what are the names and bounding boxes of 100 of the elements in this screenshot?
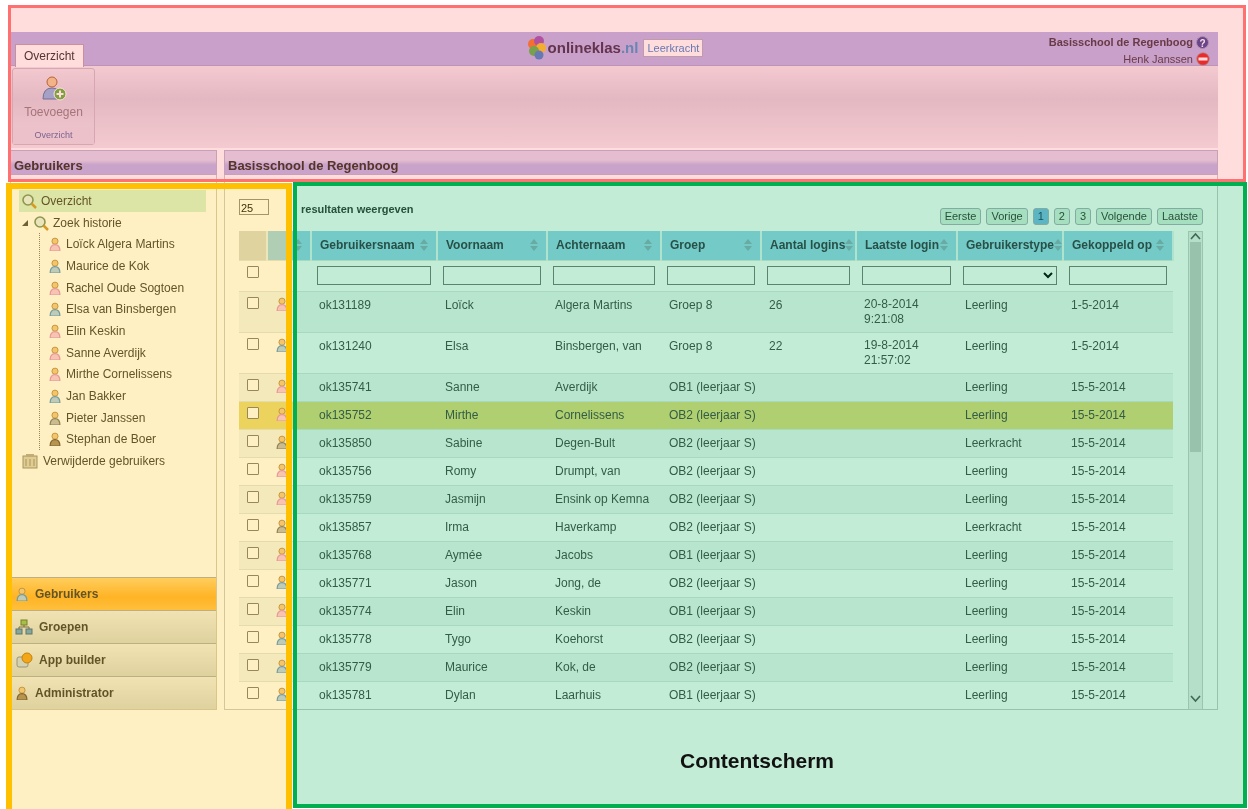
tree-item[interactable]: Maurice de Kok (46, 255, 206, 277)
table-cell: OB2 (leerjaar S) (669, 435, 756, 450)
sort-icon[interactable] (1054, 239, 1063, 252)
pager-button[interactable]: 3 (1074, 208, 1091, 225)
row-checkbox[interactable] (247, 378, 259, 391)
scroll-up-icon[interactable] (1190, 232, 1201, 240)
help-icon[interactable]: ? (1196, 35, 1209, 49)
row-checkbox[interactable] (247, 434, 259, 447)
hierarchy-icon (15, 619, 33, 635)
filter-field[interactable] (443, 265, 541, 285)
tree-item[interactable]: Verwijderde gebruikers (19, 450, 206, 472)
tree-item[interactable]: Overzicht (19, 190, 206, 212)
person-icon (275, 518, 289, 533)
tree-item[interactable]: Loïck Algera Martins (46, 233, 206, 256)
select-all-checkbox[interactable] (247, 265, 259, 278)
table-cell: Jacobs (555, 547, 594, 562)
tree-item[interactable]: Zoek historie (19, 211, 206, 234)
row-checkbox[interactable] (247, 462, 259, 475)
person-icon (15, 587, 29, 601)
filter-field[interactable] (667, 265, 755, 285)
table-cell: Elin (445, 603, 465, 618)
filter-field[interactable] (862, 265, 951, 285)
person-icon (275, 490, 289, 505)
pager-button[interactable]: Eerste (939, 208, 982, 225)
row-checkbox[interactable] (247, 658, 259, 671)
table-cell: 15-5-2014 (1071, 687, 1126, 702)
person-icon (275, 378, 289, 393)
row-checkbox[interactable] (247, 574, 259, 587)
row-checkbox[interactable] (247, 296, 259, 309)
pager-button[interactable]: Laatste (1156, 208, 1203, 225)
tree-item[interactable]: Jan Bakker (46, 385, 206, 407)
table-cell: ok135752 (319, 407, 372, 422)
tree-item[interactable]: Mirthe Cornelissens (46, 363, 206, 386)
tree-item[interactable]: Rachel Oude Sogtoen (46, 276, 206, 299)
table-cell: Cornelissens (555, 407, 625, 422)
table-cell: 15-5-2014 (1071, 463, 1126, 478)
table-cell: 1-5-2014 (1071, 297, 1120, 312)
row-checkbox[interactable] (247, 602, 259, 615)
filter-dropdown[interactable] (963, 265, 1057, 285)
overview-tab[interactable]: Overzicht (15, 44, 84, 67)
pager-button[interactable]: Vorige (986, 208, 1028, 225)
nav-button[interactable]: Gebruikers (11, 577, 216, 610)
filter-field[interactable] (1069, 265, 1167, 285)
table-cell: OB1 (leerjaar S) (669, 379, 756, 394)
person-icon (48, 410, 62, 425)
table-cell: ok135771 (319, 575, 372, 590)
row-checkbox[interactable] (247, 337, 259, 350)
table-cell: Haverkamp (555, 519, 617, 534)
table-cell: OB2 (leerjaar S) (669, 575, 756, 590)
table-cell: Sanne (445, 379, 480, 394)
filter-field[interactable] (317, 265, 431, 285)
nav-button[interactable]: Groepen (11, 610, 216, 643)
filter-field[interactable] (553, 265, 655, 285)
table-cell: 15-5-2014 (1071, 603, 1126, 618)
person-icon (48, 258, 62, 273)
table-cell: Leerkracht (965, 519, 1022, 534)
pager-button[interactable]: Volgende (1096, 208, 1152, 225)
expander-icon[interactable] (21, 218, 29, 227)
person-icon (15, 686, 29, 700)
tree-item[interactable]: Elin Keskin (46, 320, 206, 342)
table-cell: Sabine (445, 435, 483, 450)
tree-item[interactable]: Sanne Averdijk (46, 341, 206, 364)
logout-icon[interactable] (1196, 51, 1210, 66)
table-cell: OB2 (leerjaar S) (669, 463, 756, 478)
table-cell: 15-5-2014 (1071, 631, 1126, 646)
logo-text: onlineklas.nl (547, 37, 639, 58)
table-cell: Jason (445, 575, 478, 590)
filter-field[interactable] (767, 265, 850, 285)
table-cell: Leerling (965, 603, 1008, 618)
row-checkbox[interactable] (247, 686, 259, 699)
scroll-down-icon[interactable] (1190, 695, 1201, 703)
person-icon (48, 367, 62, 382)
page-size-label: resultaten weergeven (301, 202, 414, 217)
table-cell: Jong, de (555, 575, 602, 590)
table-cell: Elsa (445, 338, 469, 353)
tree-item[interactable]: Stephan de Boer (46, 428, 206, 451)
row-checkbox[interactable] (247, 490, 259, 503)
table-cell: ok135759 (319, 491, 372, 506)
table-cell: Keskin (555, 603, 592, 618)
row-checkbox[interactable] (247, 406, 259, 419)
person-icon (275, 602, 289, 617)
add-user-icon (40, 75, 67, 101)
table-cell: OB2 (leerjaar S) (669, 407, 756, 422)
scrollbar[interactable] (1188, 231, 1203, 710)
table-cell: 20-8-2014 9:21:08 (864, 296, 919, 326)
row-checkbox[interactable] (247, 518, 259, 531)
page-size-select[interactable]: 25 (239, 199, 269, 215)
tree-item[interactable]: Pieter Janssen (46, 406, 206, 429)
person-icon (275, 658, 289, 673)
table-cell: ok135857 (319, 519, 372, 534)
row-checkbox[interactable] (247, 546, 259, 559)
nav-button[interactable]: Administrator (11, 676, 216, 709)
nav-button[interactable]: App builder (11, 643, 216, 676)
tree-item[interactable]: Elsa van Binsbergen (46, 298, 206, 321)
row-checkbox[interactable] (247, 630, 259, 643)
pager-button[interactable]: 1 (1032, 208, 1049, 225)
table-cell: ok135768 (319, 547, 372, 562)
table-cell: ok135774 (319, 603, 372, 618)
table-cell: 1-5-2014 (1071, 338, 1120, 353)
pager-button[interactable]: 2 (1053, 208, 1070, 225)
